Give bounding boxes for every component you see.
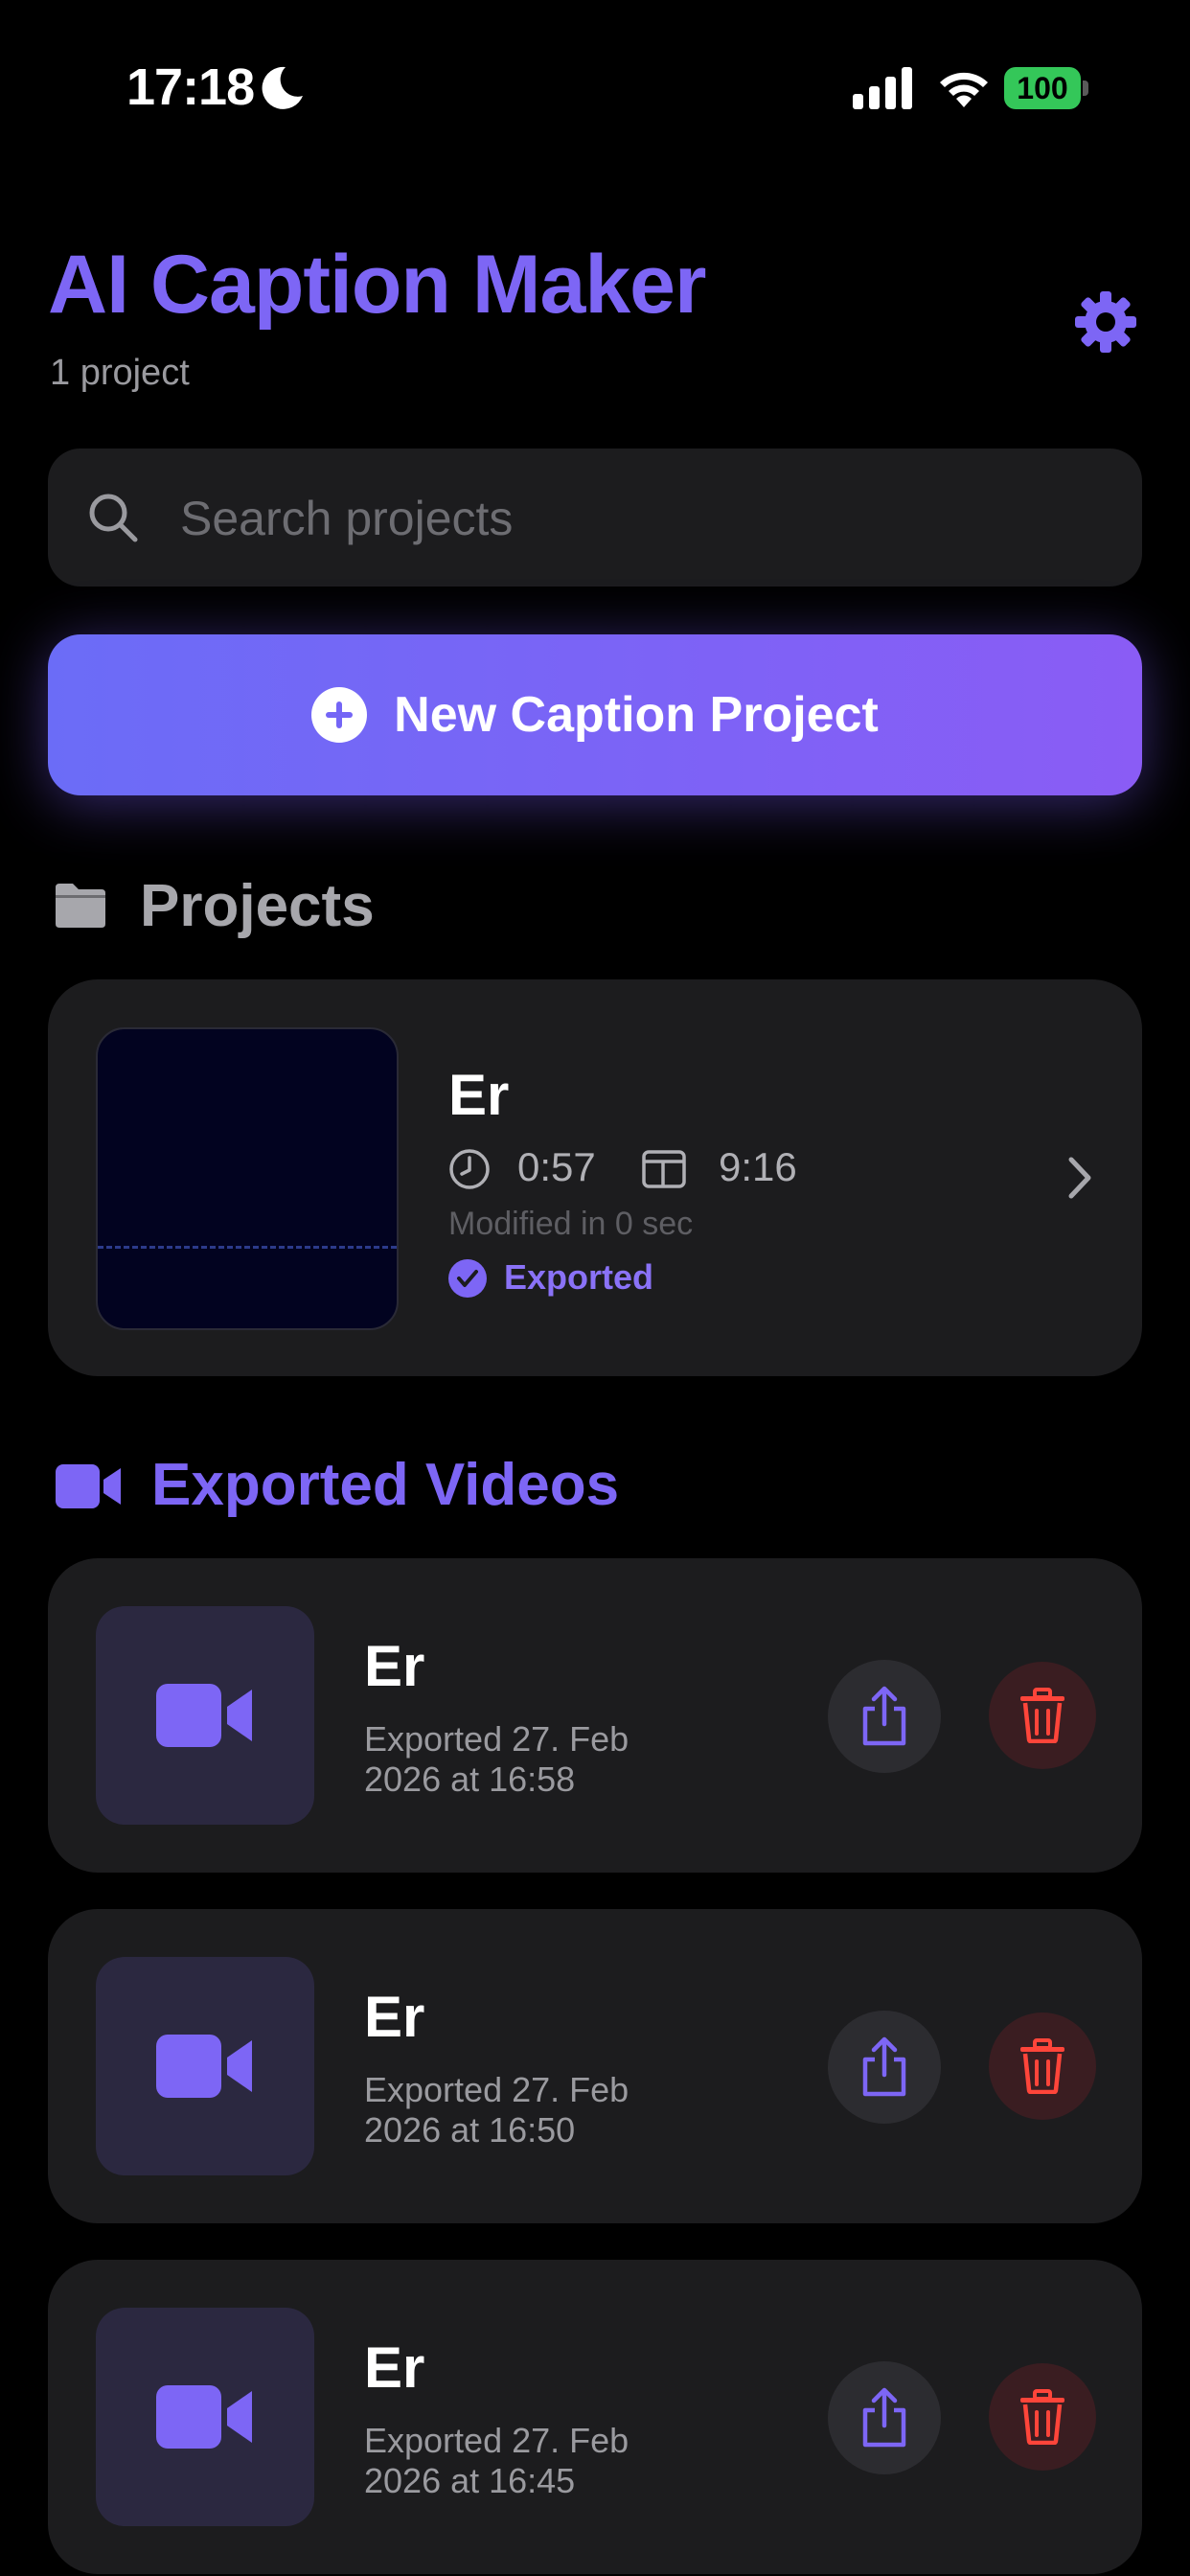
share-icon <box>862 2387 906 2448</box>
delete-button[interactable] <box>989 2012 1096 2120</box>
new-caption-project-button[interactable]: New Caption Project <box>48 634 1142 795</box>
new-caption-project-label: New Caption Project <box>394 687 879 743</box>
exported-video-card[interactable]: Er Exported 27. Feb 2026 at 16:45 <box>48 2260 1142 2574</box>
exported-videos-heading: Exported Videos <box>151 1452 620 1518</box>
delete-button[interactable] <box>989 1662 1096 1769</box>
signal-icon <box>853 67 912 109</box>
chevron-right-icon <box>1068 1157 1091 1199</box>
projects-heading: Projects <box>140 873 375 939</box>
video-export-date: Exported 27. Feb 2026 at 16:50 <box>364 2070 629 2150</box>
battery-level: 100 <box>1004 67 1081 109</box>
project-name: Er <box>448 1063 510 1127</box>
video-name: Er <box>364 1985 425 2049</box>
project-duration: 0:57 <box>517 1144 596 1189</box>
video-name: Er <box>364 1634 425 1698</box>
exported-video-card[interactable]: Er Exported 27. Feb 2026 at 16:58 <box>48 1558 1142 1873</box>
project-status: Exported <box>504 1257 654 1297</box>
delete-button[interactable] <box>989 2363 1096 2471</box>
share-button[interactable] <box>828 2011 941 2124</box>
video-camera-icon <box>56 1464 121 1508</box>
aspect-ratio-icon <box>642 1150 686 1188</box>
search-icon <box>89 494 138 542</box>
moon-icon <box>262 66 303 109</box>
trash-icon <box>1020 2038 1064 2094</box>
video-camera-icon <box>156 2385 252 2449</box>
project-count: 1 project <box>50 353 190 393</box>
plus-circle-icon <box>311 687 368 743</box>
project-aspect-ratio: 9:16 <box>719 1144 797 1189</box>
exported-video-card[interactable]: Er Exported 27. Feb 2026 at 16:50 <box>48 1909 1142 2223</box>
video-name: Er <box>364 2335 425 2400</box>
project-thumbnail <box>96 1027 399 1330</box>
video-thumbnail <box>96 1957 314 2175</box>
video-camera-icon <box>156 2035 252 2098</box>
video-thumbnail <box>96 1606 314 1825</box>
video-export-date: Exported 27. Feb 2026 at 16:45 <box>364 2421 629 2500</box>
battery-icon: 100 <box>1004 67 1090 109</box>
share-icon <box>862 1686 906 1746</box>
checkmark-circle-icon <box>448 1259 487 1298</box>
trash-icon <box>1020 1688 1064 1743</box>
status-time: 17:18 <box>126 58 255 116</box>
video-thumbnail <box>96 2308 314 2526</box>
search-input[interactable] <box>178 479 1102 558</box>
gear-icon[interactable] <box>1071 288 1140 356</box>
wifi-icon <box>940 72 988 107</box>
share-button[interactable] <box>828 1660 941 1773</box>
trash-icon <box>1020 2389 1064 2445</box>
share-icon <box>862 2036 906 2097</box>
app-title: AI Caption Maker <box>48 239 706 331</box>
video-export-date: Exported 27. Feb 2026 at 16:58 <box>364 1719 629 1799</box>
clock-icon <box>449 1149 490 1189</box>
folder-icon <box>56 884 105 928</box>
share-button[interactable] <box>828 2361 941 2474</box>
project-modified: Modified in 0 sec <box>448 1206 694 1242</box>
video-camera-icon <box>156 1684 252 1747</box>
